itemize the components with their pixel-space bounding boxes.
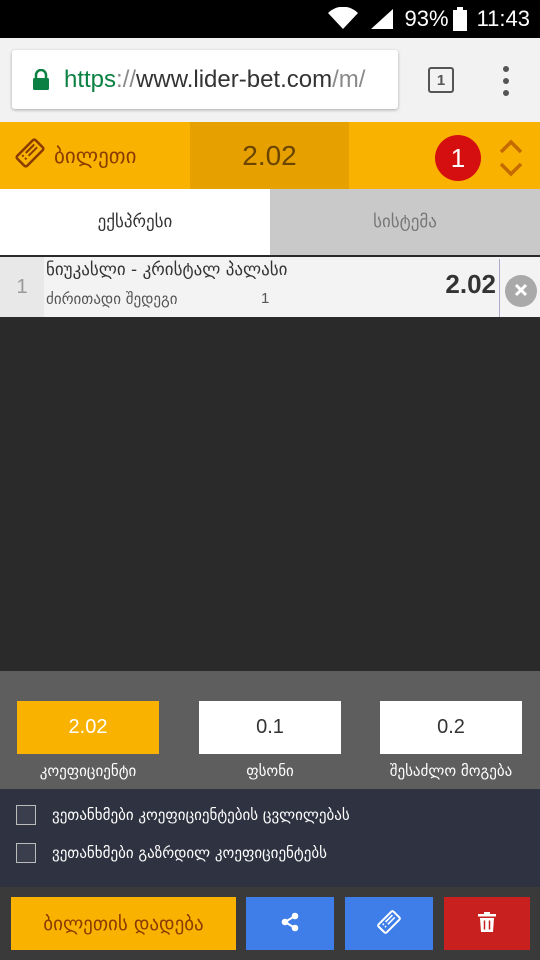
accept-odds-change-option[interactable]: ვეთანხმები კოეფიციენტების ცვლილებას [16, 804, 350, 826]
ticket-icon [14, 137, 54, 174]
trash-icon [478, 911, 496, 936]
battery-icon [452, 7, 467, 31]
stake-input[interactable]: 0.1 [199, 701, 341, 754]
overflow-menu-icon[interactable] [500, 66, 512, 96]
bet-market: ძირითადი შედეგი [46, 290, 178, 308]
close-icon [514, 282, 528, 301]
url-text: https://www.lider-bet.com/m/ [64, 65, 366, 93]
address-bar[interactable]: https://www.lider-bet.com/m/ [12, 50, 398, 109]
bet-type-tabs: ექსპრესი სისტემა [0, 189, 540, 255]
tab-switcher-button[interactable]: 1 [428, 67, 454, 93]
bet-index: 1 [0, 257, 44, 317]
place-bet-button[interactable]: ბილეთის დადება [11, 897, 236, 950]
accept-boosted-odds-label: ვეთანხმები გაზრდილ კოეფიციენტებს [52, 844, 327, 862]
possible-win-label: შესაძლო მოგება [389, 762, 513, 780]
stake-label: ფსონი [246, 762, 294, 780]
tab-system[interactable]: სისტემა [270, 189, 540, 255]
possible-win-display: 0.2 [380, 701, 522, 754]
ticket-title-label: ბილეთი [54, 143, 137, 168]
bet-calculator: 2.02 0.1 0.2 კოეფიციენტი ფსონი შესაძლო მ… [0, 671, 540, 789]
table-row: 1 ნიუკასლი - კრისტალ პალასი ძირითადი შედ… [0, 257, 540, 317]
status-bar: 93% 11:43 [0, 0, 540, 38]
accept-boosted-odds-option[interactable]: ვეთანხმები გაზრდილ კოეფიციენტებს [16, 842, 327, 864]
share-button[interactable] [246, 897, 334, 950]
ticket-title: ბილეთი [14, 122, 136, 189]
clock: 11:43 [476, 6, 530, 31]
lock-icon [32, 68, 50, 91]
wifi-icon [327, 7, 359, 31]
accept-boosted-odds-checkbox[interactable] [16, 843, 36, 863]
agreement-options: ვეთანხმები კოეფიციენტების ცვლილებას ვეთა… [0, 789, 540, 887]
action-bar: ბილეთის დადება [0, 887, 540, 960]
ticket-button[interactable] [345, 897, 433, 950]
browser-toolbar: https://www.lider-bet.com/m/ 1 [0, 38, 540, 122]
clear-ticket-button[interactable] [444, 897, 530, 950]
bet-match-name: ნიუკასლი - კრისტალ პალასი [46, 260, 288, 280]
bet-odds: 2.02 [445, 269, 496, 299]
share-icon [280, 912, 300, 936]
odds-display: 2.02 [17, 701, 159, 754]
divider [499, 259, 500, 317]
odds-label: კოეფიციენტი [39, 762, 137, 780]
expand-collapse-icon[interactable] [497, 138, 525, 178]
selection-count-badge: 1 [435, 135, 481, 181]
battery-percent: 93% [404, 6, 449, 31]
ticket-icon [376, 909, 402, 939]
total-odds: 2.02 [190, 122, 349, 189]
remove-bet-button[interactable] [505, 275, 537, 307]
bet-outcome: 1 [261, 290, 270, 307]
tab-express[interactable]: ექსპრესი [0, 189, 270, 255]
accept-odds-change-label: ვეთანხმები კოეფიციენტების ცვლილებას [52, 806, 350, 824]
accept-odds-change-checkbox[interactable] [16, 805, 36, 825]
signal-icon [369, 7, 395, 31]
